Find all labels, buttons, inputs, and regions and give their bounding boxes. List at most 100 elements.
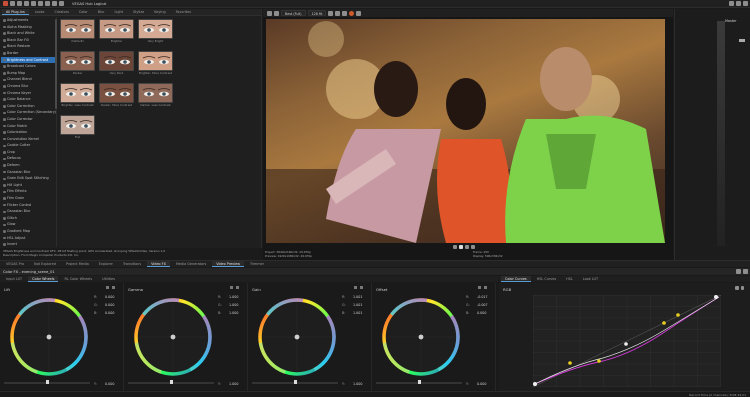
save-icon[interactable] <box>24 1 29 6</box>
tab-utilities[interactable]: Utilities <box>98 276 119 282</box>
effect-list-item[interactable]: Convolution Kernel <box>1 136 56 143</box>
curve-options-icon[interactable] <box>740 286 744 290</box>
b-value[interactable]: 1.000 <box>229 311 238 315</box>
tab-creators[interactable]: Creators <box>50 9 72 15</box>
preset-thumbnail[interactable] <box>99 51 134 71</box>
loop-icon[interactable] <box>453 245 457 249</box>
wheel-slider-handle[interactable] <box>294 380 297 384</box>
b-value[interactable]: 0.000 <box>477 311 486 315</box>
open-icon[interactable] <box>17 1 22 6</box>
curve-point-yellow[interactable] <box>662 321 666 325</box>
minimize-icon[interactable] <box>729 1 734 6</box>
effect-list-item[interactable]: Color Match <box>1 123 56 130</box>
tab-stylize[interactable]: Stylize <box>129 9 148 15</box>
effect-list-item[interactable]: Black Bar Fill <box>1 37 56 44</box>
stop-icon[interactable] <box>465 245 469 249</box>
wheel-reset-icon[interactable] <box>354 286 357 289</box>
r-value[interactable]: -0.017 <box>477 295 488 299</box>
effect-list-item[interactable]: Color Correction (Secondary) <box>1 109 56 116</box>
grid-icon[interactable] <box>356 10 362 16</box>
copy-icon[interactable] <box>52 1 57 6</box>
wheel-ring[interactable] <box>255 295 339 379</box>
panel-options-icon[interactable] <box>736 269 741 274</box>
effect-list-item[interactable]: Gaussian Blur <box>1 208 56 215</box>
effect-list-item[interactable]: Alpha Masking <box>1 24 56 31</box>
effect-list-item[interactable]: Glitch <box>1 215 56 222</box>
effect-list-item[interactable]: Adjustments <box>1 17 56 24</box>
effect-list-item[interactable]: Black and White <box>1 30 56 37</box>
paste-icon[interactable] <box>59 1 64 6</box>
r-value[interactable]: 1.000 <box>229 295 238 299</box>
tab-not-explored[interactable]: Not Explored <box>30 261 60 267</box>
effect-list-item[interactable]: Defocus <box>1 155 56 162</box>
wheel-ring[interactable] <box>131 295 215 379</box>
tab-project-media[interactable]: Project Media <box>62 261 93 267</box>
effect-list-item[interactable]: Chroma Keyer <box>1 90 56 97</box>
curve-reset-icon[interactable] <box>735 286 739 290</box>
preset-thumbnail[interactable] <box>60 51 95 71</box>
overlays-icon[interactable] <box>328 10 334 16</box>
tab-looks[interactable]: Looks <box>31 9 49 15</box>
wheel-slider-handle[interactable] <box>418 380 421 384</box>
tab-explorer[interactable]: Explorer <box>95 261 117 267</box>
wheel-reset-icon[interactable] <box>106 286 109 289</box>
tab-input-lut[interactable]: Input LUT <box>2 276 26 282</box>
curve-graph[interactable] <box>533 295 721 387</box>
g-value[interactable]: 1.000 <box>229 303 238 307</box>
wheel-options-icon[interactable] <box>360 286 363 289</box>
g-value[interactable]: 1.001 <box>353 303 362 307</box>
preview-settings-icon[interactable] <box>267 10 272 16</box>
effect-list-item[interactable]: Cookie Cutter <box>1 142 56 149</box>
next-frame-icon[interactable] <box>471 245 475 249</box>
effect-list-item[interactable]: Grain Edit Spot Stitching <box>1 175 56 182</box>
preset-thumbnail[interactable] <box>99 19 134 39</box>
tab-color[interactable]: Color <box>75 9 92 15</box>
wheel-slider-handle[interactable] <box>46 380 49 384</box>
wheel-reset-icon[interactable] <box>478 286 481 289</box>
undo-icon[interactable] <box>31 1 36 6</box>
effect-list-item[interactable]: HSL Adjust <box>1 235 56 242</box>
effect-list-item[interactable]: Black Restore <box>1 43 56 50</box>
curve-point-black[interactable] <box>533 382 537 386</box>
tab-vegas-pro[interactable]: VEGAS Pro <box>2 261 28 267</box>
wheel-ring[interactable] <box>379 295 463 379</box>
y-value[interactable]: 0.000 <box>105 382 114 386</box>
y-value[interactable]: 1.000 <box>353 382 362 386</box>
y-value[interactable]: 0.000 <box>477 382 486 386</box>
b-value[interactable]: 0.000 <box>105 311 114 315</box>
maximize-icon[interactable] <box>736 1 741 6</box>
tab-favorites[interactable]: Favorites <box>172 9 195 15</box>
wheel-ring[interactable] <box>7 295 91 379</box>
tab-transitions[interactable]: Transitions <box>119 261 145 267</box>
tab-hsl[interactable]: HSL <box>562 276 577 282</box>
effect-list-item[interactable]: Bump Map <box>1 70 56 77</box>
effect-list-item[interactable]: Hill Light <box>1 182 56 189</box>
tab-media-generators[interactable]: Media Generators <box>172 261 210 267</box>
r-value[interactable]: 1.001 <box>353 295 362 299</box>
preset-thumbnail[interactable] <box>138 51 173 71</box>
effect-list-item[interactable]: Channel Blend <box>1 76 56 83</box>
effect-list-item[interactable]: Deform <box>1 162 56 169</box>
g-value[interactable]: -0.007 <box>477 303 488 307</box>
effect-list-item[interactable]: Border <box>1 50 56 57</box>
tab-video-preview[interactable]: Video Preview <box>212 261 244 267</box>
r-value[interactable]: 0.000 <box>105 295 114 299</box>
effect-list-item[interactable]: Broadcast Colors <box>1 63 56 70</box>
effect-list-item[interactable]: Crop <box>1 149 56 156</box>
preset-thumbnail[interactable] <box>60 19 95 39</box>
wheel-options-icon[interactable] <box>236 286 239 289</box>
effect-list-item[interactable]: Invert <box>1 241 56 247</box>
split-screen-icon[interactable] <box>274 10 279 16</box>
tab-look-lut[interactable]: Look LUT <box>579 276 602 282</box>
effect-list-item[interactable]: Flicker Control <box>1 202 56 209</box>
close-icon[interactable] <box>743 1 748 6</box>
g-value[interactable]: 0.000 <box>105 303 114 307</box>
curve-point-yellow[interactable] <box>597 359 601 363</box>
wheel-options-icon[interactable] <box>484 286 487 289</box>
effect-list-item[interactable]: Color Correction <box>1 103 56 110</box>
wheel-slider-handle[interactable] <box>170 380 173 384</box>
effect-list-item[interactable]: Colorization <box>1 129 56 136</box>
y-value[interactable]: 1.000 <box>229 382 238 386</box>
effect-list-item[interactable]: Brightness and Contrast <box>1 56 56 64</box>
tab-all-plugins[interactable]: All Plug-Ins <box>2 9 29 15</box>
